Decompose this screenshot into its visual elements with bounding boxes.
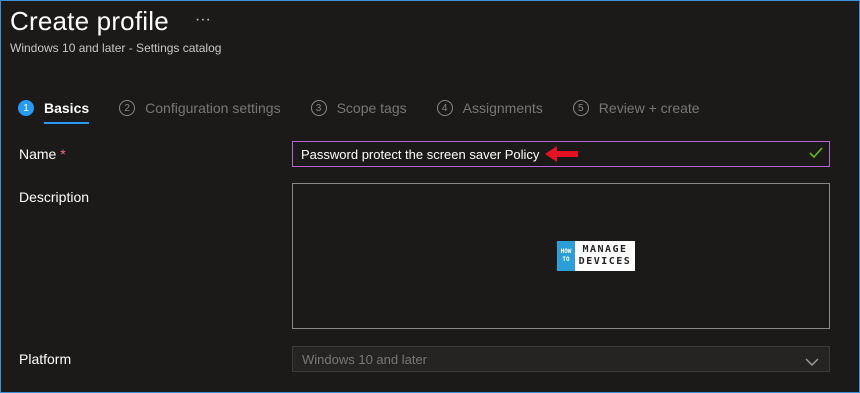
- logo-how-text: HOW: [560, 248, 572, 255]
- tab-review-create[interactable]: 5 Review + create: [572, 96, 700, 120]
- tab-basics[interactable]: 1 Basics: [18, 96, 90, 124]
- chevron-down-icon: [805, 354, 819, 372]
- name-input-value: Password protect the screen saver Policy: [301, 146, 540, 162]
- description-label: Description: [19, 189, 90, 205]
- tab-label: Review + create: [598, 100, 700, 116]
- name-label: Name *: [19, 146, 66, 162]
- red-arrow-annotation-icon: [545, 145, 579, 163]
- step-number-icon: 3: [310, 100, 327, 116]
- logo-badge: HOW TO: [557, 241, 575, 271]
- tab-label: Assignments: [462, 100, 543, 116]
- tab-label: Scope tags: [336, 100, 407, 116]
- tab-label: Basics: [44, 100, 90, 116]
- page-header: Create profile ··· Windows 10 and later …: [10, 6, 221, 55]
- checkmark-icon: [809, 146, 823, 165]
- step-number-icon: 5: [572, 100, 589, 116]
- tab-configuration-settings[interactable]: 2 Configuration settings: [119, 96, 281, 120]
- ellipsis-icon[interactable]: ···: [195, 11, 211, 28]
- tab-scope-tags[interactable]: 3 Scope tags: [310, 96, 407, 120]
- logo-to-text: TO: [562, 256, 570, 263]
- logo-words: MANAGE DEVICES: [575, 244, 635, 268]
- page-subtitle: Windows 10 and later - Settings catalog: [10, 41, 222, 55]
- step-number-icon: 1: [18, 100, 34, 116]
- title-row: Create profile ···: [10, 6, 221, 37]
- how-to-manage-devices-logo: HOW TO MANAGE DEVICES: [557, 241, 635, 271]
- logo-manage-text: MANAGE: [582, 244, 628, 255]
- wizard-tabs: 1 Basics 2 Configuration settings 3 Scop…: [18, 96, 730, 124]
- name-label-text: Name: [19, 146, 57, 162]
- step-number-icon: 2: [119, 100, 136, 116]
- required-marker: *: [60, 146, 66, 162]
- page-title: Create profile: [10, 6, 169, 36]
- description-textarea[interactable]: HOW TO MANAGE DEVICES: [292, 183, 830, 329]
- tab-assignments[interactable]: 4 Assignments: [436, 96, 543, 120]
- platform-select-value: Windows 10 and later: [302, 351, 428, 367]
- platform-select[interactable]: Windows 10 and later: [292, 346, 830, 372]
- tab-label: Configuration settings: [145, 100, 281, 116]
- step-number-icon: 4: [436, 100, 453, 116]
- logo-devices-text: DEVICES: [578, 256, 632, 267]
- name-input[interactable]: Password protect the screen saver Policy: [292, 141, 830, 167]
- platform-label: Platform: [19, 351, 72, 367]
